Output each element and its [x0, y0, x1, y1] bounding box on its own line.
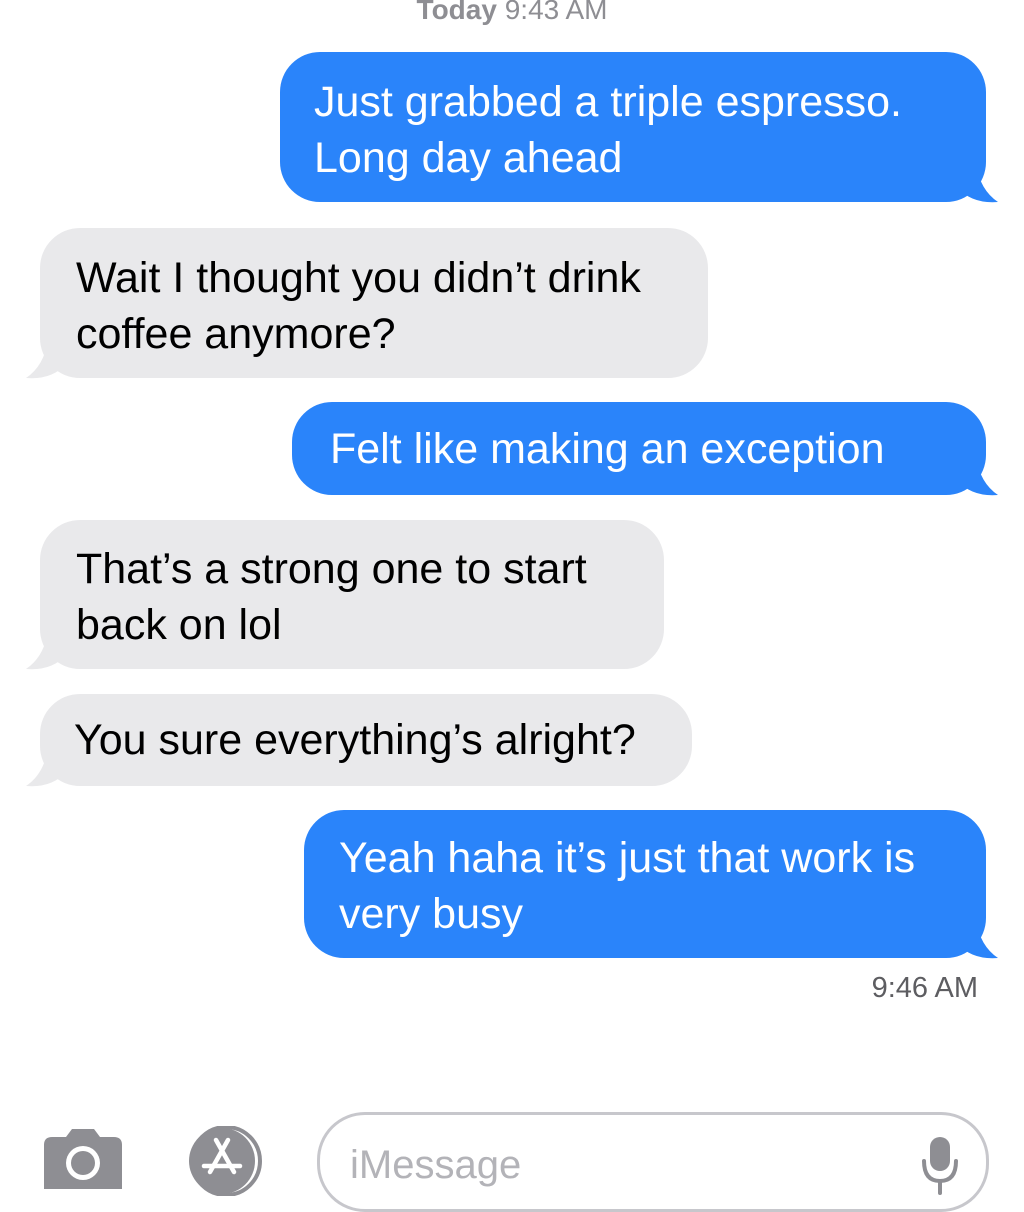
message-input-container[interactable] [317, 1112, 989, 1212]
bubble-tail-incoming [26, 340, 66, 380]
message-line: very busy [339, 890, 524, 938]
conversation-timestamp: Today 9:43 AM [0, 0, 1024, 30]
message-bubble-outgoing[interactable]: Yeah haha it’s just that work is very bu… [304, 810, 986, 958]
app-store-icon [182, 1125, 270, 1200]
message-bubble-incoming[interactable]: Wait I thought you didn’t drink coffee a… [40, 228, 708, 378]
bubble-tail-outgoing [958, 164, 998, 204]
bubble-tail-incoming [26, 748, 66, 788]
message-bubble-incoming[interactable]: You sure everything’s alright? [40, 694, 692, 786]
imessage-input[interactable] [350, 1137, 890, 1193]
delivered-timestamp: 9:46 AM [871, 972, 978, 1004]
message-line: coffee anymore? [76, 310, 396, 358]
message-line: You sure everything’s alright? [74, 716, 636, 764]
message-line: Just grabbed a triple espresso. [314, 78, 902, 126]
message-line: Wait I thought you didn’t drink [76, 254, 641, 302]
app-store-button[interactable] [182, 1125, 270, 1197]
bubble-tail-outgoing [958, 920, 998, 960]
timestamp-time: 9:43 AM [504, 0, 608, 25]
message-bubble-outgoing[interactable]: Felt like making an exception [292, 402, 986, 495]
message-line: back on lol [76, 601, 282, 649]
microphone-icon [920, 1137, 960, 1201]
bubble-tail-outgoing [958, 457, 998, 497]
message-line: That’s a strong one to start [76, 545, 587, 593]
bubble-tail-incoming [26, 631, 66, 671]
message-line: Yeah haha it’s just that work is [339, 834, 916, 882]
camera-icon [44, 1129, 122, 1193]
message-line: Long day ahead [314, 134, 623, 182]
message-bubble-incoming[interactable]: That’s a strong one to start back on lol [40, 520, 664, 669]
dictation-button[interactable] [920, 1133, 960, 1197]
timestamp-day: Today [416, 0, 497, 25]
message-bubble-outgoing[interactable]: Just grabbed a triple espresso. Long day… [280, 52, 986, 202]
message-line: Felt like making an exception [330, 425, 885, 473]
camera-button[interactable] [44, 1129, 122, 1189]
